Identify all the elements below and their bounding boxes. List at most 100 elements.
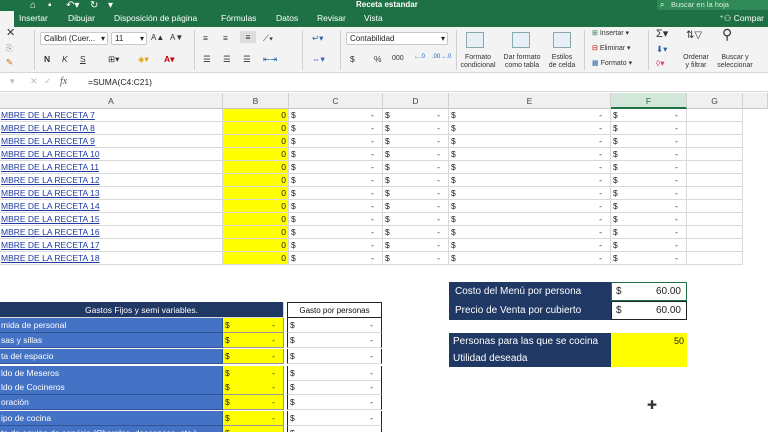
font-color-icon[interactable]: A▾	[164, 53, 174, 65]
fixed-cost-amount[interactable]: $-	[223, 333, 284, 348]
tab-insertar[interactable]: Insertar	[19, 11, 48, 27]
wrap-text-icon[interactable]: ↵▾	[312, 32, 323, 44]
recipe-d-cell[interactable]: $ -	[383, 122, 449, 135]
recipe-quantity-cell[interactable]: 0	[223, 135, 289, 148]
empty-cell[interactable]	[687, 109, 743, 122]
find-icon[interactable]: ⚲	[722, 27, 732, 41]
recipe-name-cell[interactable]: MBRE DE LA RECETA 12	[0, 174, 223, 187]
recipe-quantity-cell[interactable]: 0	[223, 174, 289, 187]
cost-per-person-cell[interactable]: $-	[287, 333, 382, 348]
recipe-c-cell[interactable]: $ -	[289, 122, 383, 135]
recipe-f-cell[interactable]: $ -	[611, 200, 687, 213]
fixed-cost-label[interactable]: ta del espacio	[0, 349, 223, 364]
recipe-name-cell[interactable]: MBRE DE LA RECETA 8	[0, 122, 223, 135]
recipe-e-cell[interactable]: $ -	[449, 213, 611, 226]
cut-icon[interactable]: ✕	[6, 27, 15, 39]
more-icon[interactable]: ▾	[108, 0, 113, 11]
clear-icon[interactable]: ◊▾	[656, 57, 664, 69]
fixed-cost-amount[interactable]: $-	[223, 411, 284, 426]
column-header-e[interactable]: E	[449, 93, 611, 109]
delete-button[interactable]: ⊟ Eliminar ▾	[592, 44, 631, 54]
people-label[interactable]: Personas para las que se cocina	[449, 333, 611, 350]
save-icon[interactable]: ▪	[48, 0, 52, 11]
sheet-search-input[interactable]: ⌕ Buscar en la hoja	[657, 0, 768, 10]
increase-decimal-button[interactable]: ←.0	[414, 51, 425, 63]
tab-datos[interactable]: Datos	[276, 11, 298, 27]
profit-label[interactable]: Utilidad deseada	[449, 350, 611, 367]
recipe-d-cell[interactable]: $ -	[383, 213, 449, 226]
recipe-f-cell[interactable]: $ -	[611, 122, 687, 135]
recipe-quantity-cell[interactable]: 0	[223, 252, 289, 265]
fixed-cost-amount[interactable]: $-	[223, 318, 284, 333]
fixed-cost-amount[interactable]: $-	[223, 395, 284, 410]
recipe-quantity-cell[interactable]: 0	[223, 239, 289, 252]
cost-per-person-cell[interactable]: $-	[287, 380, 382, 395]
font-shrink-button[interactable]: A▼	[170, 32, 183, 44]
tab-vista[interactable]: Vista	[364, 11, 383, 27]
thousands-button[interactable]: 000	[392, 53, 404, 65]
fill-icon[interactable]: ⬇▾	[656, 43, 667, 55]
indent-icon[interactable]: ⇤⇥	[263, 53, 277, 65]
find-select-button[interactable]: Buscar y seleccionar	[712, 54, 758, 70]
people-value[interactable]: 50	[611, 333, 687, 350]
percent-button[interactable]: %	[374, 53, 382, 65]
align-left-icon[interactable]: ☰	[203, 53, 211, 65]
recipe-f-cell[interactable]: $ -	[611, 226, 687, 239]
recipe-d-cell[interactable]: $ -	[383, 252, 449, 265]
column-header-b[interactable]: B	[223, 93, 289, 109]
empty-cell[interactable]	[687, 187, 743, 200]
decrease-decimal-button[interactable]: .00→.0	[432, 51, 451, 63]
recipe-c-cell[interactable]: $ -	[289, 135, 383, 148]
recipe-e-cell[interactable]: $ -	[449, 252, 611, 265]
recipe-quantity-cell[interactable]: 0	[223, 226, 289, 239]
active-tab[interactable]	[0, 11, 14, 27]
italic-button[interactable]: K	[62, 53, 68, 65]
autosum-icon[interactable]: Σ▾	[656, 28, 668, 40]
fixed-cost-label[interactable]: oración	[0, 395, 223, 410]
column-header-d[interactable]: D	[383, 93, 449, 109]
align-right-icon[interactable]: ☰	[243, 53, 251, 65]
column-header-h[interactable]	[743, 93, 768, 109]
recipe-c-cell[interactable]: $ -	[289, 239, 383, 252]
cancel-icon[interactable]: ✕	[30, 76, 38, 87]
recipe-name-cell[interactable]: MBRE DE LA RECETA 7	[0, 109, 223, 122]
fixed-cost-label[interactable]: ldo de Meseros	[0, 366, 223, 381]
recipe-quantity-cell[interactable]: 0	[223, 187, 289, 200]
cost-per-person-cell[interactable]: $-	[287, 426, 382, 432]
recipe-name-cell[interactable]: MBRE DE LA RECETA 17	[0, 239, 223, 252]
recipe-f-cell[interactable]: $ -	[611, 148, 687, 161]
recipe-d-cell[interactable]: $ -	[383, 135, 449, 148]
cost-per-person-cell[interactable]: $-	[287, 318, 382, 333]
cost-per-person-cell[interactable]: $-	[287, 349, 382, 364]
recipe-name-cell[interactable]: MBRE DE LA RECETA 11	[0, 161, 223, 174]
orientation-icon[interactable]: ⟋▾	[263, 32, 273, 44]
worksheet-grid[interactable]: MBRE DE LA RECETA 7 0 $ - $ - $ - $ - MBRE DE LA R…	[0, 109, 768, 432]
format-painter-icon[interactable]: ✎	[6, 56, 13, 68]
empty-cell[interactable]	[687, 252, 743, 265]
recipe-d-cell[interactable]: $ -	[383, 239, 449, 252]
recipe-e-cell[interactable]: $ -	[449, 239, 611, 252]
recipe-e-cell[interactable]: $ -	[449, 122, 611, 135]
empty-cell[interactable]	[687, 226, 743, 239]
redo-icon[interactable]: ↻	[90, 0, 98, 11]
fixed-costs-header[interactable]: Gastos Fijos y semi variables.	[0, 302, 284, 318]
cost-per-person-cell[interactable]: $-	[287, 366, 382, 381]
fixed-cost-amount[interactable]: $-	[223, 349, 284, 364]
recipe-d-cell[interactable]: $ -	[383, 200, 449, 213]
fixed-cost-label[interactable]: mida de personal	[0, 318, 223, 333]
undo-icon[interactable]: ↶▾	[66, 0, 79, 11]
menu-cost-cell[interactable]: $ 60.00	[611, 282, 687, 301]
recipe-d-cell[interactable]: $ -	[383, 226, 449, 239]
recipe-e-cell[interactable]: $ -	[449, 148, 611, 161]
fill-color-icon[interactable]: ◈▾	[138, 53, 149, 65]
font-name-select[interactable]: Calibri (Cuer... ▾	[40, 32, 108, 45]
recipe-name-cell[interactable]: MBRE DE LA RECETA 13	[0, 187, 223, 200]
empty-cell[interactable]	[687, 239, 743, 252]
recipe-e-cell[interactable]: $ -	[449, 187, 611, 200]
recipe-name-cell[interactable]: MBRE DE LA RECETA 15	[0, 213, 223, 226]
fixed-cost-amount[interactable]: $-	[223, 426, 284, 432]
insert-function-icon[interactable]: fx	[60, 76, 67, 87]
tab-revisar[interactable]: Revisar	[317, 11, 346, 27]
empty-cell[interactable]	[687, 213, 743, 226]
recipe-f-cell[interactable]: $ -	[611, 135, 687, 148]
